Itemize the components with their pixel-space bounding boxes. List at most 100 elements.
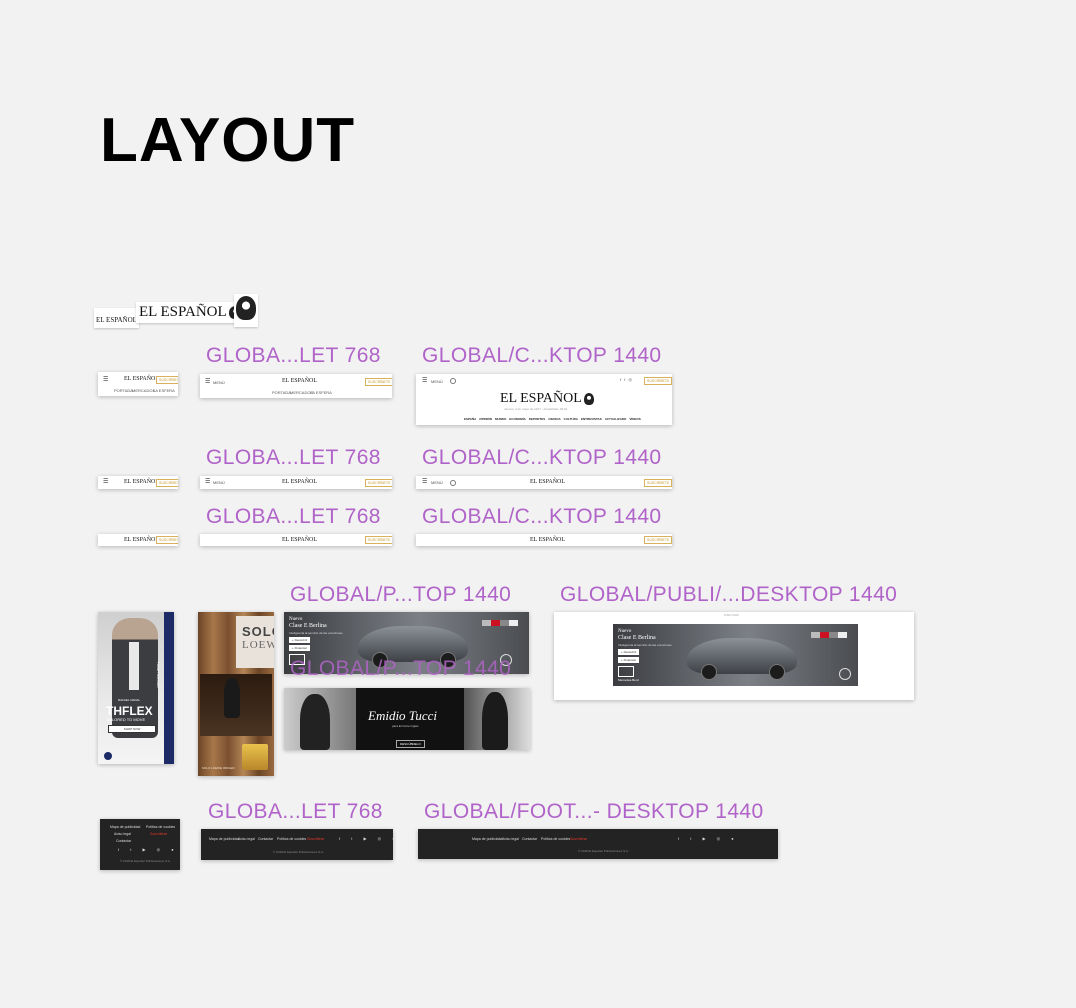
- tab-la-esfera[interactable]: LA ESFERA: [310, 390, 332, 395]
- footer-subscribe-link[interactable]: Suscribirse: [150, 832, 167, 836]
- label-publi-desktop: GLOBAL/PUBLI/...DESKTOP 1440: [560, 583, 898, 606]
- header-tablet-compact[interactable]: ☰ MENÚ EL ESPAÑOL SUSCRÍBETE: [200, 476, 392, 489]
- nav-item[interactable]: MUNDO: [495, 417, 506, 421]
- menu-icon[interactable]: ☰: [205, 379, 210, 385]
- footer-link[interactable]: Contactar: [522, 837, 537, 841]
- header-desktop-full[interactable]: ☰ MENÚ f t ◎ SUSCRÍBETE EL ESPAÑOL Jueve…: [416, 374, 672, 425]
- footer-desktop[interactable]: Mapa de publicidad Aviso legal Contactar…: [418, 829, 778, 859]
- nav-item[interactable]: ENTREVISTAS: [581, 417, 602, 421]
- header-desktop-compact[interactable]: ☰ MENÚ EL ESPAÑOL SUSCRÍBETE: [416, 476, 672, 489]
- nav-item[interactable]: ACTUALIZADO: [605, 417, 627, 421]
- ad-finance-button[interactable]: + Financiar: [618, 657, 639, 663]
- ad-color-swatches: [482, 620, 518, 626]
- subscribe-button[interactable]: SUSCRÍBETE: [156, 376, 178, 384]
- ad-title: SOLO: [242, 624, 274, 639]
- ad-video-icon[interactable]: [618, 666, 634, 677]
- ad-side-band: [164, 612, 174, 764]
- label-compact-tablet: GLOBA...LET 768: [206, 446, 381, 469]
- subscribe-button[interactable]: SUSCRÍBETE: [365, 378, 392, 386]
- subscribe-button[interactable]: SUSCRÍBETE: [156, 479, 178, 487]
- header-tablet-full[interactable]: ☰ MENÚ EL ESPAÑOL SUSCRÍBETE PORTADA MER…: [200, 374, 392, 398]
- header-logo: EL ESPAÑOL: [282, 378, 318, 384]
- footer-subscribe-link[interactable]: Suscribirse: [307, 837, 324, 841]
- social-icons[interactable]: f t ◎: [620, 377, 633, 382]
- footer-link[interactable]: Política de cookies: [541, 837, 570, 841]
- footer-link[interactable]: Aviso legal: [502, 837, 519, 841]
- nav-item[interactable]: CIENCIA: [548, 417, 560, 421]
- footer-link[interactable]: Política de cookies: [146, 825, 175, 829]
- nav-item[interactable]: OPINIÓN: [479, 417, 492, 421]
- header-desktop-minimal[interactable]: EL ESPAÑOL SUSCRÍBETE: [416, 534, 672, 546]
- menu-label[interactable]: MENÚ: [213, 480, 225, 485]
- tab-portada[interactable]: PORTADA: [272, 390, 291, 395]
- footer-link[interactable]: Aviso legal: [238, 837, 255, 841]
- ad-shop-button[interactable]: SHOP NOW: [108, 725, 156, 733]
- logo-large[interactable]: EL ESPAÑOL: [136, 302, 245, 323]
- logo-small[interactable]: EL ESPAÑOL: [94, 308, 139, 328]
- search-icon[interactable]: [450, 480, 456, 486]
- ad-billboard-inner[interactable]: Nuevo Clase E Berlina Inteligencia al se…: [613, 624, 858, 686]
- menu-label[interactable]: MENÚ: [213, 380, 225, 385]
- ad-color-swatches: [811, 632, 847, 638]
- header-logo: EL ESPAÑOL: [124, 376, 160, 382]
- footer-link[interactable]: Contactar: [258, 837, 273, 841]
- ad-discover-button[interactable]: + Descubrir: [289, 637, 311, 643]
- ad-emidio-tucci[interactable]: Emidio Tucci para El Corte Inglés DESCÚB…: [284, 688, 530, 750]
- subscribe-button[interactable]: SUSCRÍBETE: [365, 479, 392, 487]
- header-mobile-minimal[interactable]: EL ESPAÑOL SUSCRÍBETE: [98, 534, 178, 546]
- header-tablet-minimal[interactable]: EL ESPAÑOL SUSCRÍBETE: [200, 534, 392, 546]
- nav-item[interactable]: VÍDEOS: [629, 417, 640, 421]
- ad-mercedes-billboard[interactable]: PUBLICIDAD Nuevo Clase E Berlina Intelig…: [554, 612, 914, 700]
- ad-headline: THFLEX: [106, 704, 153, 718]
- footer-subscribe-link[interactable]: Suscribirse: [570, 837, 587, 841]
- footer-social-icons[interactable]: f t ▶ ◎ ●: [118, 847, 179, 852]
- tab-la-esfera[interactable]: LA ESFERA: [153, 388, 175, 393]
- ad-finance-button[interactable]: + Financiar: [289, 645, 310, 651]
- footer-link[interactable]: Mapa de publicidad: [472, 837, 502, 841]
- nav-item[interactable]: ESPAÑA: [464, 417, 476, 421]
- footer-link[interactable]: Mapa de publicidad: [209, 837, 239, 841]
- ad-subline: RAFAEL NADAL: [118, 698, 141, 702]
- nav-item[interactable]: DEPORTES: [529, 417, 546, 421]
- ad-loewe[interactable]: SOLO LOEWE SOLO LOEWE ORIGEN: [198, 612, 274, 776]
- header-mobile-compact[interactable]: ☰ EL ESPAÑOL SUSCRÍBETE: [98, 476, 178, 489]
- header-mobile-full[interactable]: ☰ EL ESPAÑOL SUSCRÍBETE PORTADA MERCADOS…: [98, 372, 178, 396]
- footer-social-icons[interactable]: f t ▶ ◎ ●: [678, 836, 739, 841]
- menu-icon[interactable]: ☰: [103, 479, 108, 485]
- menu-icon[interactable]: ☰: [422, 479, 427, 485]
- ad-discover-button[interactable]: DESCÚBRELO: [396, 740, 425, 748]
- footer-social-icons[interactable]: f t ▶ ◎ ●: [339, 836, 393, 841]
- label-publi-p-top: GLOBAL/P...TOP 1440: [290, 583, 512, 606]
- footer-mobile[interactable]: Mapa de publicidad Política de cookies A…: [100, 819, 180, 870]
- subscribe-button[interactable]: SUSCRÍBETE: [644, 536, 672, 544]
- ad-brand: LOEWE: [242, 639, 274, 651]
- label-compact-desktop: GLOBAL/C...KTOP 1440: [422, 446, 662, 469]
- lion-emblem[interactable]: [234, 294, 258, 327]
- tab-portada[interactable]: PORTADA: [114, 388, 133, 393]
- footer-link[interactable]: Política de cookies: [277, 837, 306, 841]
- ad-brand: Mercedes-Benz: [618, 678, 640, 682]
- footer-tablet[interactable]: Mapa de publicidad Aviso legal Contactar…: [201, 829, 393, 860]
- footer-link[interactable]: Contactar: [116, 839, 131, 843]
- footer-link[interactable]: Aviso legal: [114, 832, 131, 836]
- ad-right-figure: [482, 692, 508, 750]
- subscribe-button[interactable]: SUSCRÍBETE: [644, 377, 672, 385]
- tab-mercados[interactable]: MERCADOS: [132, 388, 155, 393]
- menu-icon[interactable]: ☰: [205, 479, 210, 485]
- subscribe-button[interactable]: SUSCRÍBETE: [365, 536, 392, 544]
- ad-tommy-hilfiger[interactable]: TOMMY HILFIGER RAFAEL NADAL THFLEX TAILO…: [98, 612, 174, 764]
- menu-label[interactable]: MENÚ: [431, 480, 443, 485]
- search-icon[interactable]: [450, 378, 456, 384]
- footer-copyright: © 2018 El Español Publicaciones S.A.: [120, 859, 171, 863]
- ad-discover-button[interactable]: + Descubrir: [618, 649, 640, 655]
- subscribe-button[interactable]: SUSCRÍBETE: [156, 536, 178, 544]
- menu-icon[interactable]: ☰: [422, 378, 427, 384]
- nav-item[interactable]: CULTURA: [564, 417, 578, 421]
- menu-label[interactable]: MENÚ: [431, 379, 443, 384]
- menu-icon[interactable]: ☰: [103, 377, 108, 383]
- footer-link[interactable]: Mapa de publicidad: [110, 825, 140, 829]
- ad-shirt-stripe: [129, 642, 139, 690]
- subscribe-button[interactable]: SUSCRÍBETE: [644, 479, 672, 487]
- nav-item[interactable]: ECONOMÍA: [509, 417, 526, 421]
- desktop-nav: ESPAÑA OPINIÓN MUNDO ECONOMÍA DEPORTES C…: [464, 417, 641, 421]
